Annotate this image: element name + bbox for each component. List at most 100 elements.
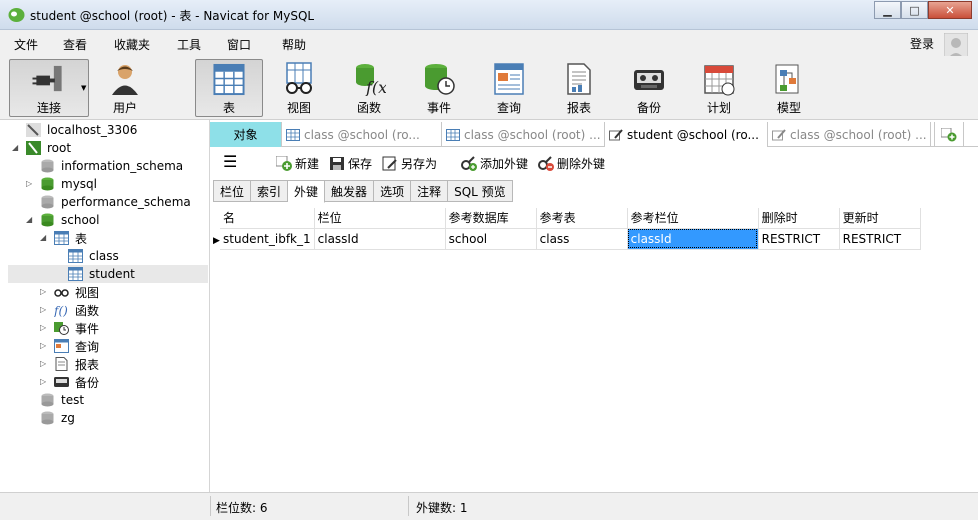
- column-header-ref-field[interactable]: 参考栏位: [627, 208, 759, 229]
- tree-item-functions[interactable]: f() 函数: [54, 301, 99, 319]
- menu-window[interactable]: 窗口: [227, 36, 251, 53]
- column-header-ref-db[interactable]: 参考数据库: [445, 208, 537, 229]
- add-key-icon: [461, 156, 477, 171]
- navicat-logo-icon: [8, 8, 25, 22]
- backup-icon: [634, 70, 664, 90]
- toolbar-report-button[interactable]: 报表: [545, 59, 613, 117]
- tree-label: information_schema: [61, 159, 184, 173]
- tree-item-student[interactable]: student: [8, 265, 208, 283]
- cell-ref-db[interactable]: school: [445, 228, 537, 250]
- tree-label: school: [61, 213, 100, 227]
- tree-item-performance-schema[interactable]: performance_schema: [40, 193, 191, 211]
- tree-item-mysql[interactable]: mysql: [40, 175, 97, 193]
- menu-favorites[interactable]: 收藏夹: [114, 36, 150, 53]
- tree-item-localhost[interactable]: localhost_3306: [26, 121, 137, 139]
- menu-help[interactable]: 帮助: [282, 36, 306, 53]
- table-row[interactable]: student_ibfk_1 classId school class clas…: [220, 228, 921, 250]
- tree-label: 表: [75, 231, 88, 246]
- cell-on-delete[interactable]: RESTRICT: [758, 228, 840, 250]
- tree-item-tables[interactable]: 表: [54, 229, 87, 247]
- tree-item-views[interactable]: 视图: [54, 283, 99, 301]
- toolbar-user-button[interactable]: 用户: [91, 59, 159, 117]
- subtab-triggers[interactable]: 触发器: [325, 180, 375, 202]
- minimize-button[interactable]: ▁: [874, 1, 901, 19]
- tree-item-root[interactable]: root: [26, 139, 71, 157]
- expand-arrow-icon[interactable]: ▷: [40, 287, 46, 296]
- save-button[interactable]: 保存: [329, 155, 372, 172]
- collapse-arrow-icon[interactable]: ◢: [40, 233, 46, 242]
- new-button[interactable]: 新建: [276, 155, 319, 172]
- view-glasses-icon: [286, 62, 312, 94]
- document-tabs: 对象 class @school (ro... class @school (r…: [210, 122, 978, 147]
- subtab-comment[interactable]: 注释: [411, 180, 449, 202]
- new-tab-button[interactable]: [934, 122, 964, 147]
- cell-ref-field[interactable]: classId: [627, 228, 759, 250]
- cell-on-update[interactable]: RESTRICT: [839, 228, 921, 250]
- tree-label: class: [89, 249, 119, 263]
- tree-item-school[interactable]: school: [40, 211, 99, 229]
- hamburger-menu-icon[interactable]: ☰: [223, 152, 237, 171]
- toolbar-schedule-label: 计划: [706, 101, 731, 115]
- toolbar-query-button[interactable]: 查询: [475, 59, 543, 117]
- toolbar-schedule-button[interactable]: 计划: [685, 59, 753, 117]
- tree-item-test[interactable]: test: [40, 391, 84, 409]
- tree-item-class[interactable]: class: [68, 247, 119, 265]
- toolbar-connection-button[interactable]: 连接: [9, 59, 89, 117]
- tree-item-events[interactable]: 事件: [54, 319, 99, 337]
- cell-ref-table[interactable]: class: [536, 228, 628, 250]
- subtab-sql-preview[interactable]: SQL 预览: [448, 180, 513, 202]
- tab-class-design[interactable]: class @school (root) ...: [768, 122, 931, 147]
- column-header-field[interactable]: 栏位: [314, 208, 446, 229]
- query-icon: [494, 63, 524, 95]
- menu-file[interactable]: 文件: [14, 36, 38, 53]
- toolbar-view-button[interactable]: 视图: [265, 59, 333, 117]
- save-as-button[interactable]: 另存为: [382, 155, 437, 172]
- tab-class-2[interactable]: class @school (root) ...: [442, 122, 605, 147]
- new-plus-icon: [276, 156, 292, 171]
- toolbar-backup-button[interactable]: 备份: [615, 59, 683, 117]
- cell-name[interactable]: student_ibfk_1: [220, 228, 315, 250]
- tab-objects[interactable]: 对象: [210, 122, 282, 147]
- expand-arrow-icon[interactable]: ▷: [40, 377, 46, 386]
- tree-item-reports[interactable]: 报表: [54, 355, 99, 373]
- menu-tools[interactable]: 工具: [177, 36, 201, 53]
- toolbar-function-button[interactable]: f(x) 函数: [335, 59, 403, 117]
- delete-foreign-key-button[interactable]: 删除外键: [538, 155, 605, 172]
- expand-arrow-icon[interactable]: ▷: [40, 359, 46, 368]
- menu-view[interactable]: 查看: [63, 36, 87, 53]
- tree-item-zg[interactable]: zg: [40, 409, 75, 427]
- tree-label: 报表: [75, 357, 100, 372]
- tree-item-backups[interactable]: 备份: [54, 373, 99, 391]
- column-header-on-update[interactable]: 更新时: [839, 208, 921, 229]
- backup-icon: [54, 377, 69, 387]
- tab-class-1[interactable]: class @school (ro...: [282, 122, 442, 147]
- column-header-on-delete[interactable]: 删除时: [758, 208, 840, 229]
- maximize-button[interactable]: □: [901, 1, 928, 19]
- toolbar-event-button[interactable]: 事件: [405, 59, 473, 117]
- add-fk-label: 添加外键: [480, 157, 529, 171]
- database-icon: [41, 177, 54, 191]
- add-foreign-key-button[interactable]: 添加外键: [461, 155, 528, 172]
- tree-item-information-schema[interactable]: information_schema: [40, 157, 183, 175]
- connection-dropdown-arrow-icon[interactable]: ▼: [81, 84, 86, 92]
- collapse-arrow-icon[interactable]: ◢: [26, 215, 32, 224]
- expand-arrow-icon[interactable]: ▷: [40, 323, 46, 332]
- close-button[interactable]: ✕: [928, 1, 972, 19]
- expand-arrow-icon[interactable]: ▷: [40, 305, 46, 314]
- tab-student-design[interactable]: student @school (ro...: [605, 122, 768, 147]
- design-subtabs: 栏位 索引 外键 触发器 选项 注释 SQL 预览: [213, 180, 513, 203]
- toolbar-model-button[interactable]: 模型: [755, 59, 823, 117]
- expand-arrow-icon[interactable]: ▷: [40, 341, 46, 350]
- column-header-ref-table[interactable]: 参考表: [536, 208, 628, 229]
- subtab-indexes[interactable]: 索引: [251, 180, 289, 202]
- subtab-fields[interactable]: 栏位: [213, 180, 252, 202]
- cell-field[interactable]: classId: [314, 228, 446, 250]
- collapse-arrow-icon[interactable]: ◢: [12, 143, 18, 152]
- login-link[interactable]: 登录: [910, 35, 934, 52]
- subtab-foreign-keys[interactable]: 外键: [288, 180, 326, 203]
- toolbar-table-button[interactable]: 表: [195, 59, 263, 117]
- subtab-options[interactable]: 选项: [374, 180, 412, 202]
- column-header-name[interactable]: 名: [220, 208, 315, 229]
- expand-arrow-icon[interactable]: ▷: [26, 179, 32, 188]
- tree-item-queries[interactable]: 查询: [54, 337, 99, 355]
